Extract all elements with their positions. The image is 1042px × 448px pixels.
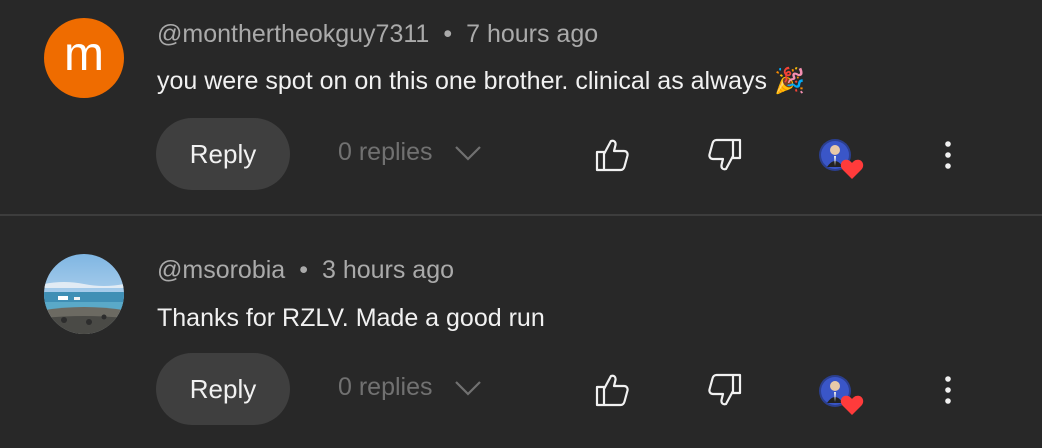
reply-button[interactable]: Reply <box>156 118 290 190</box>
thumbs-up-icon[interactable] <box>592 370 632 410</box>
comment-item: m @monthertheokguy7311 • 7 hours ago you w… <box>0 0 1042 215</box>
comment-time[interactable]: 3 hours ago <box>322 256 454 284</box>
thumbs-down-icon[interactable] <box>705 370 745 410</box>
replies-count: 0 replies <box>338 138 433 166</box>
heart-icon <box>840 395 864 415</box>
thumbs-down-icon[interactable] <box>705 135 745 175</box>
meta-separator: • <box>443 20 453 48</box>
creator-heart-badge <box>818 372 866 420</box>
more-vertical-icon[interactable] <box>928 135 968 175</box>
replies-toggle[interactable]: 0 replies <box>338 138 483 167</box>
replies-count: 0 replies <box>338 373 433 401</box>
replies-toggle[interactable]: 0 replies <box>338 373 483 402</box>
comment-item: @msorobia • 3 hours ago Thanks for RZLV. M… <box>0 217 1042 448</box>
comment-text: you were spot on on this one brother. cl… <box>157 67 806 95</box>
meta-separator: • <box>299 256 308 284</box>
avatar[interactable] <box>44 254 124 334</box>
beach-photo-avatar <box>44 254 124 334</box>
author-handle[interactable]: @msorobia <box>157 256 285 284</box>
comment-meta: @monthertheokguy7311 • 7 hours ago <box>157 20 598 49</box>
avatar-letter: m <box>64 28 104 81</box>
author-handle[interactable]: @monthertheokguy7311 <box>157 20 429 48</box>
comment-text: Thanks for RZLV. Made a good run <box>157 304 545 332</box>
thumbs-up-icon[interactable] <box>592 135 632 175</box>
creator-heart-badge <box>818 136 866 184</box>
more-vertical-icon[interactable] <box>928 370 968 410</box>
chevron-down-icon <box>454 380 481 396</box>
heart-icon <box>840 159 864 179</box>
comment-meta: @msorobia • 3 hours ago <box>157 256 454 285</box>
comment-time[interactable]: 7 hours ago <box>466 20 598 48</box>
chevron-down-icon <box>454 145 481 161</box>
comment-divider <box>0 214 1042 216</box>
reply-button[interactable]: Reply <box>156 353 290 425</box>
avatar[interactable]: m <box>44 18 124 98</box>
